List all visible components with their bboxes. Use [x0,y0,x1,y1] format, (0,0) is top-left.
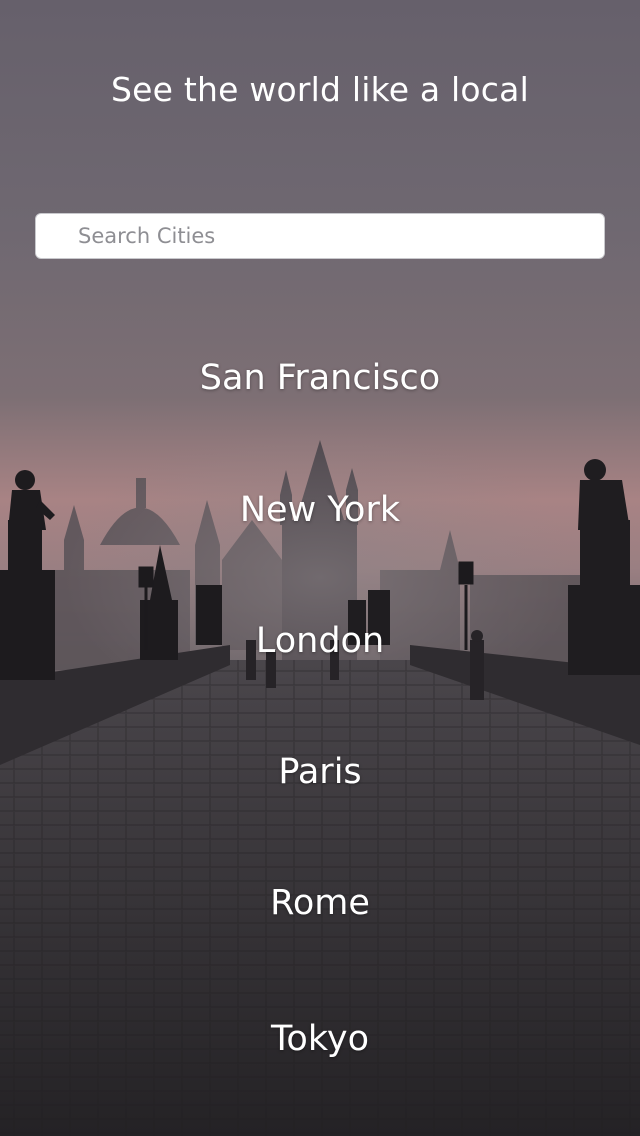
city-item-tokyo[interactable]: Tokyo [0,1019,640,1059]
page-title: See the world like a local [111,70,529,109]
city-item-rome[interactable]: Rome [0,883,640,923]
background-photo [0,0,640,1136]
city-item-san-francisco[interactable]: San Francisco [0,358,640,398]
city-item-london[interactable]: London [0,621,640,661]
city-item-new-york[interactable]: New York [0,490,640,530]
search-bar[interactable] [35,213,605,259]
search-input[interactable] [36,214,604,258]
city-item-paris[interactable]: Paris [0,752,640,792]
